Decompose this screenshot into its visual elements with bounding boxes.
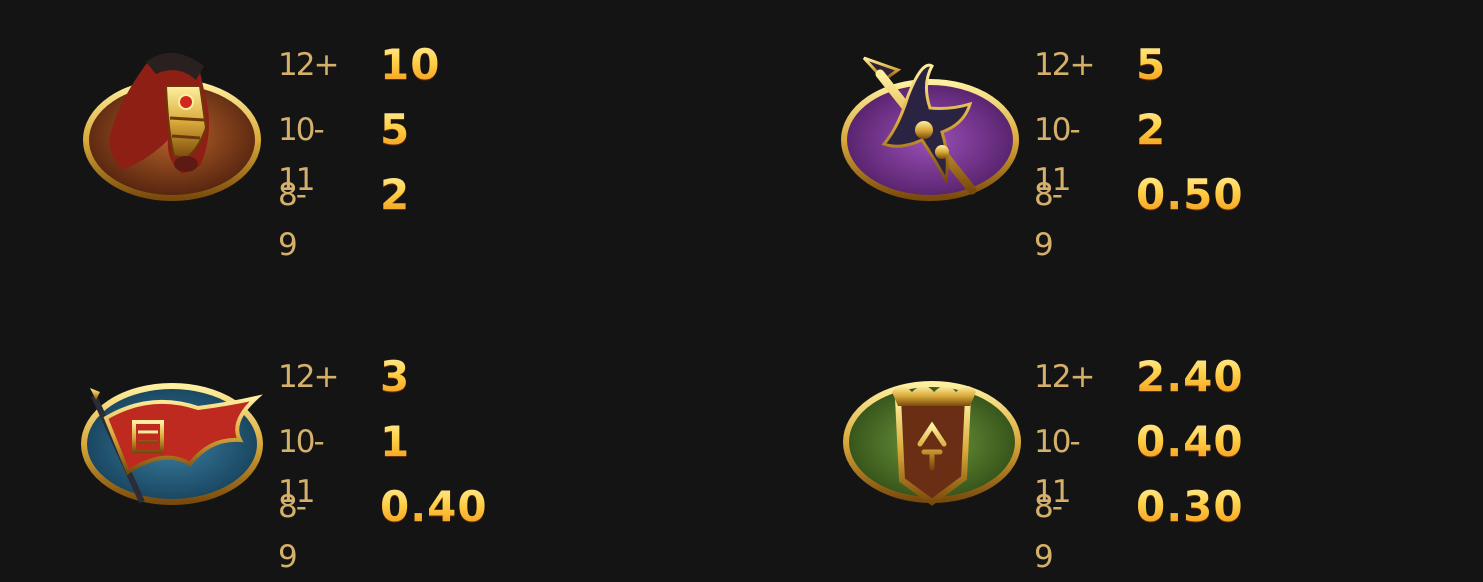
paytable-entry-token: 12+ 2.40 10-11 0.40 8-9 0.30 (842, 352, 1362, 575)
paytable-entry-horse: 12+ 10 10-11 5 8-9 2 (82, 40, 602, 263)
payout-value: 2.40 (1136, 352, 1244, 401)
symbol-count: 8-9 (278, 489, 307, 575)
horse-icon (83, 52, 261, 201)
payout-value: 5 (380, 105, 411, 154)
clipped-header-text (265, 0, 1155, 6)
symbol-count: 8-9 (1034, 489, 1063, 575)
command-token-icon (843, 381, 1021, 506)
payout-value: 0.40 (380, 482, 488, 531)
halberd-icon (841, 56, 1019, 201)
symbol-count: 8-9 (1034, 177, 1063, 263)
symbol-count: 12+ (278, 359, 339, 395)
payout-value: 5 (1136, 40, 1167, 89)
payout-value: 2 (1136, 105, 1167, 154)
paytable-entry-halberd: 12+ 5 10-11 2 8-9 0.50 (838, 40, 1358, 263)
payout-value: 1 (380, 417, 411, 466)
payout-value: 0.30 (1136, 482, 1244, 531)
payout-value: 10 (380, 40, 441, 89)
symbol-count: 12+ (278, 47, 339, 83)
war-banner-icon (81, 383, 263, 505)
payout-value: 3 (380, 352, 411, 401)
symbol-count: 12+ (1034, 359, 1095, 395)
paytable-entry-banner: 12+ 3 10-11 1 8-9 0.40 (80, 352, 600, 575)
payout-value: 0.50 (1136, 170, 1244, 219)
payout-value: 0.40 (1136, 417, 1244, 466)
symbol-count: 8-9 (278, 177, 307, 263)
symbol-count: 12+ (1034, 47, 1095, 83)
payout-value: 2 (380, 170, 411, 219)
